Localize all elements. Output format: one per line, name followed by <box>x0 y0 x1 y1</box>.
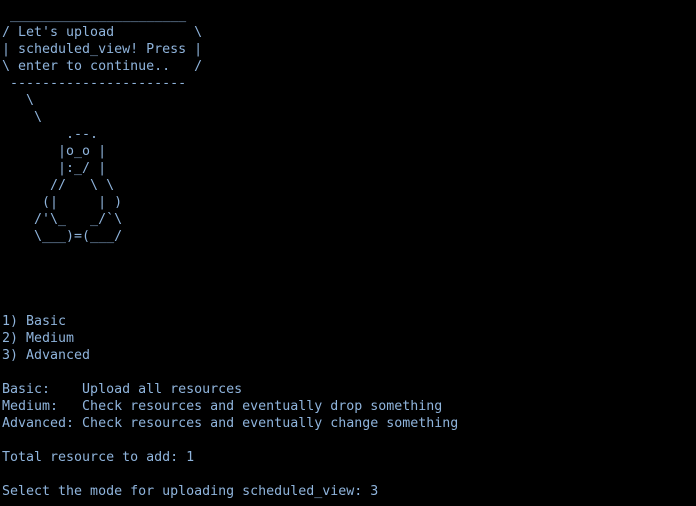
description-medium: Medium: Check resources and eventually d… <box>2 399 443 414</box>
tux-ascii-line: |o_o | <box>2 144 107 159</box>
tux-ascii-line: \___)=(___/ <box>2 229 123 244</box>
tux-ascii-line: /'\_ _/`\ <box>2 212 123 227</box>
cowsay-banner: ______________________ / Let's upload \ … <box>2 7 696 245</box>
tux-ascii-line: |:_/ | <box>2 161 107 176</box>
mode-prompt[interactable]: Select the mode for uploading scheduled_… <box>2 483 696 500</box>
prompt-input[interactable]: 3 <box>370 484 378 499</box>
menu-option-medium: 2) Medium <box>2 331 75 346</box>
mode-descriptions: Basic: Upload all resources Medium: Chec… <box>2 381 696 432</box>
menu-option-basic: 1) Basic <box>2 314 67 329</box>
description-advanced: Advanced: Check resources and eventually… <box>2 416 459 431</box>
mode-menu: 1) Basic 2) Medium 3) Advanced <box>2 313 696 364</box>
banner-line: ---------------------- <box>2 76 195 91</box>
tux-ascii-line: // \ \ <box>2 178 115 193</box>
tux-ascii-line: (| | ) <box>2 195 123 210</box>
total-resource-line: Total resource to add: 1 <box>2 450 195 465</box>
banner-line: \ <box>2 93 35 108</box>
tux-ascii-line: .--. <box>2 127 99 142</box>
menu-option-advanced: 3) Advanced <box>2 348 91 363</box>
prompt-text: Select the mode for uploading scheduled_… <box>2 484 371 499</box>
banner-line: / Let's upload \ <box>2 25 203 40</box>
banner-line: ______________________ <box>2 8 195 23</box>
terminal-window[interactable]: ______________________ / Let's upload \ … <box>0 0 696 506</box>
description-basic: Basic: Upload all resources <box>2 382 243 397</box>
banner-line: \ enter to continue.. / <box>2 59 203 74</box>
banner-line: \ <box>2 110 43 125</box>
banner-line: | scheduled_view! Press | <box>2 42 203 57</box>
